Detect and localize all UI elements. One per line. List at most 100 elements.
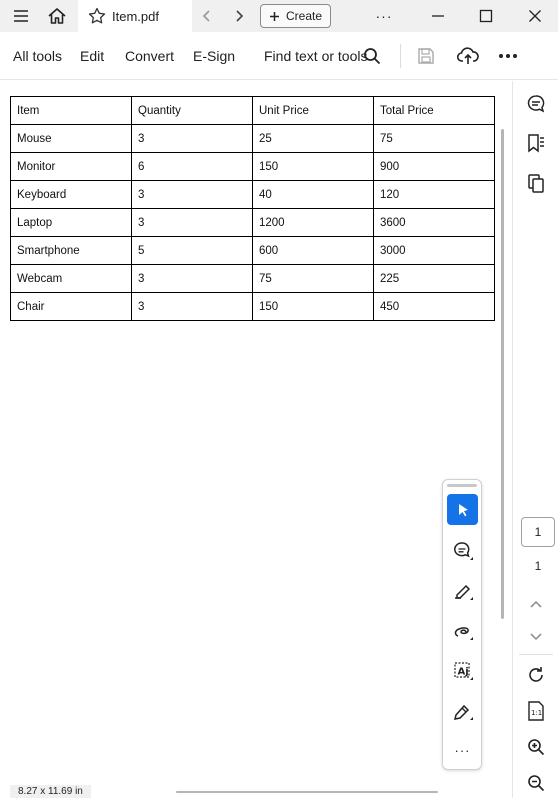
sign-tool[interactable] xyxy=(447,695,478,726)
table-row: Monitor 6 150 900 xyxy=(10,152,495,181)
cell-quantity: 6 xyxy=(131,152,253,181)
rotate-icon[interactable] xyxy=(525,664,547,686)
cell-unit-price: 25 xyxy=(252,124,374,153)
create-button[interactable]: Create xyxy=(260,4,331,28)
cell-quantity: 3 xyxy=(131,292,253,321)
vertical-scroll-thumb[interactable] xyxy=(501,129,504,619)
menu-bar: All tools Edit Convert E-Sign Find text … xyxy=(0,32,558,80)
highlighter-icon xyxy=(454,584,473,600)
text-box-icon: Aj xyxy=(453,661,473,680)
cell-item: Monitor xyxy=(10,152,132,181)
menu-edit[interactable]: Edit xyxy=(80,48,104,64)
table-row: Chair 3 150 450 xyxy=(10,292,495,321)
total-pages: 1 xyxy=(534,559,542,573)
star-icon[interactable] xyxy=(88,7,106,28)
cell-total-price: 225 xyxy=(373,264,495,293)
cell-total-price: 450 xyxy=(373,292,495,321)
cell-item: Webcam xyxy=(10,264,132,293)
back-arrow-icon[interactable] xyxy=(198,0,216,32)
menu-convert[interactable]: Convert xyxy=(125,48,174,64)
tab-document[interactable]: Item.pdf xyxy=(78,0,192,32)
more-horizontal-icon[interactable] xyxy=(497,46,519,66)
table-row: Laptop 3 1200 3600 xyxy=(10,208,495,237)
tab-title: Item.pdf xyxy=(112,8,159,24)
forward-arrow-icon[interactable] xyxy=(230,0,248,32)
table-row: Smartphone 5 600 3000 xyxy=(10,236,495,265)
comment-panel-icon[interactable] xyxy=(525,93,547,115)
bookmarks-icon[interactable] xyxy=(525,132,547,154)
zoom-out-icon[interactable] xyxy=(525,772,547,794)
cell-unit-price: 150 xyxy=(252,292,374,321)
select-tool-button[interactable] xyxy=(447,494,478,525)
quick-tools-toolbar: Aj ··· xyxy=(442,479,482,770)
document-viewport[interactable]: Item Quantity Unit Price Total Price Mou… xyxy=(0,81,496,785)
cell-quantity: 3 xyxy=(131,208,253,237)
current-page-input[interactable]: 1 xyxy=(521,517,555,547)
cell-item: Mouse xyxy=(10,124,132,153)
close-icon[interactable] xyxy=(521,0,549,32)
menu-e-sign[interactable]: E-Sign xyxy=(193,48,235,64)
highlight-tool[interactable] xyxy=(447,575,478,606)
text-recognition-tool[interactable]: Aj xyxy=(447,655,478,686)
status-bar: 8.27 x 11.69 in xyxy=(0,785,512,798)
minimize-icon[interactable] xyxy=(424,0,452,32)
hamburger-menu-icon[interactable] xyxy=(8,0,34,32)
cursor-icon xyxy=(458,503,468,516)
plus-icon xyxy=(269,11,279,21)
cell-quantity: 5 xyxy=(131,236,253,265)
cell-item: Smartphone xyxy=(10,236,132,265)
add-comment-tool[interactable] xyxy=(447,535,478,566)
table-row: Webcam 3 75 225 xyxy=(10,264,495,293)
svg-text:1:1: 1:1 xyxy=(531,709,542,717)
page-thumbnails-icon[interactable] xyxy=(525,172,547,194)
cell-quantity: 3 xyxy=(131,124,253,153)
search-icon[interactable] xyxy=(362,46,382,66)
cell-quantity: 3 xyxy=(131,180,253,209)
header-item: Item xyxy=(10,96,132,125)
freehand-icon xyxy=(454,626,473,640)
save-icon[interactable] xyxy=(416,46,436,66)
maximize-icon[interactable] xyxy=(472,0,500,32)
cell-unit-price: 150 xyxy=(252,152,374,181)
cell-total-price: 120 xyxy=(373,180,495,209)
header-unit-price: Unit Price xyxy=(252,96,374,125)
cell-unit-price: 600 xyxy=(252,236,374,265)
create-label: Create xyxy=(285,9,323,23)
svg-text:Aj: Aj xyxy=(457,666,468,677)
cloud-upload-icon[interactable] xyxy=(456,45,480,67)
chevron-down-icon[interactable] xyxy=(525,626,547,648)
horizontal-scroll-thumb[interactable] xyxy=(176,791,438,793)
find-text-or-tools[interactable]: Find text or tools xyxy=(264,48,368,64)
menu-divider xyxy=(400,44,401,68)
right-rail: 1 1 1:1 xyxy=(512,81,558,798)
zoom-in-icon[interactable] xyxy=(525,736,547,758)
rail-divider xyxy=(519,654,553,655)
item-table: Item Quantity Unit Price Total Price Mou… xyxy=(10,96,495,321)
chevron-up-icon[interactable] xyxy=(525,593,547,615)
cell-unit-price: 40 xyxy=(252,180,374,209)
cell-total-price: 75 xyxy=(373,124,495,153)
table-row: Mouse 3 25 75 xyxy=(10,124,495,153)
pen-icon xyxy=(453,704,473,720)
table-row: Keyboard 3 40 120 xyxy=(10,180,495,209)
cell-quantity: 3 xyxy=(131,264,253,293)
vertical-scrollbar[interactable] xyxy=(496,81,510,785)
cell-item: Chair xyxy=(10,292,132,321)
menu-all-tools[interactable]: All tools xyxy=(13,48,62,64)
comment-icon xyxy=(453,541,473,560)
cell-unit-price: 1200 xyxy=(252,208,374,237)
app-window: Item.pdf Create ··· All tools Edit Conve… xyxy=(0,0,558,798)
cell-unit-price: 75 xyxy=(252,264,374,293)
cell-total-price: 3000 xyxy=(373,236,495,265)
toolbar-grip[interactable] xyxy=(447,484,477,487)
cell-total-price: 900 xyxy=(373,152,495,181)
draw-tool[interactable] xyxy=(447,615,478,646)
table-header-row: Item Quantity Unit Price Total Price xyxy=(10,96,495,125)
more-options-icon[interactable]: ··· xyxy=(370,0,398,32)
cell-total-price: 3600 xyxy=(373,208,495,237)
header-total-price: Total Price xyxy=(373,96,495,125)
actual-size-icon[interactable]: 1:1 xyxy=(525,700,547,722)
title-bar: Item.pdf Create ··· xyxy=(0,0,558,32)
home-icon[interactable] xyxy=(44,0,70,32)
more-tools-icon[interactable]: ··· xyxy=(447,735,478,766)
